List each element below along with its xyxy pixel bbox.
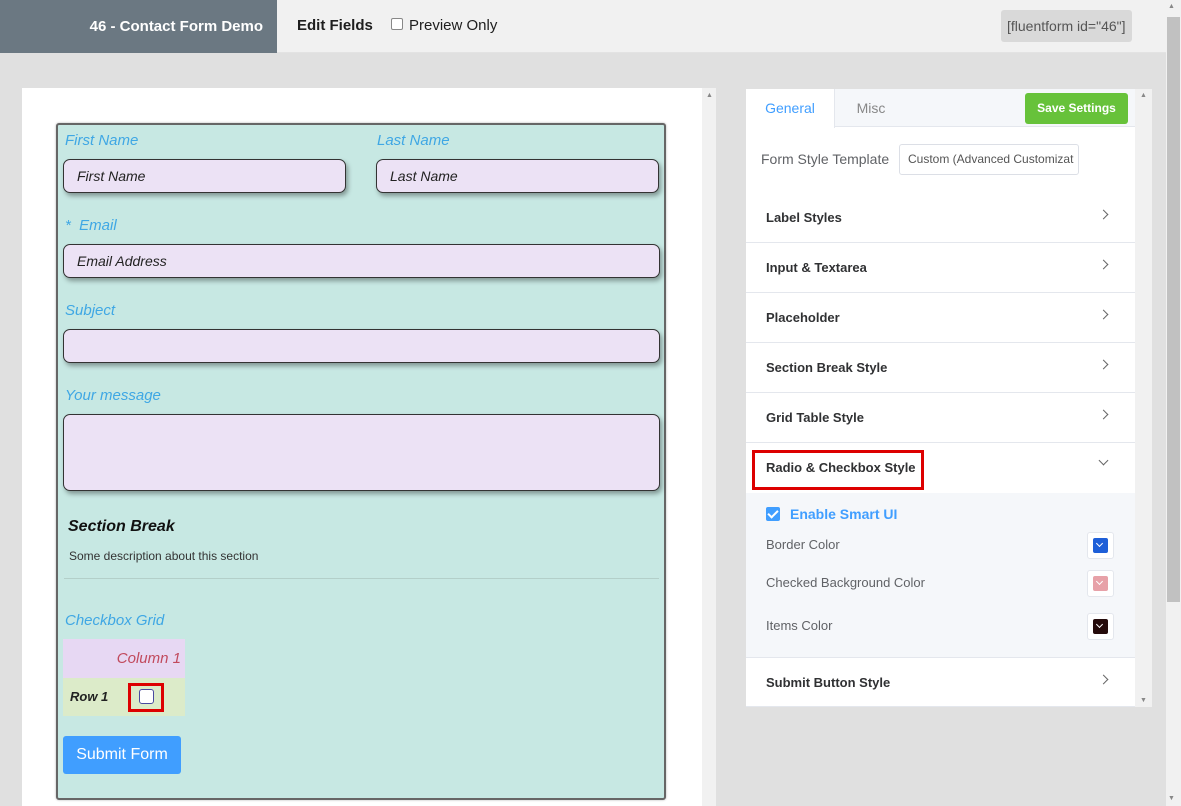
form-style-template-select[interactable]: Custom (Advanced Customizat: [899, 144, 1079, 175]
enable-smart-ui-label[interactable]: Enable Smart UI: [790, 506, 897, 522]
submit-form-button[interactable]: Submit Form: [63, 736, 181, 774]
preview-scroll-up-icon[interactable]: ▲: [706, 92, 713, 99]
form-title: 46 - Contact Form Demo: [0, 0, 277, 53]
items-color-picker[interactable]: [1087, 613, 1114, 640]
settings-scroll-down-icon[interactable]: ▼: [1140, 697, 1147, 704]
message-textarea[interactable]: [63, 414, 660, 491]
chevron-right-icon: [1098, 674, 1109, 685]
border-color-swatch: [1093, 538, 1108, 553]
items-color-swatch: [1093, 619, 1108, 634]
accordion-title: Label Styles: [766, 210, 842, 225]
section-divider: [64, 578, 659, 579]
first-name-input[interactable]: First Name: [63, 159, 346, 193]
chevron-right-icon: [1098, 309, 1109, 320]
grid-row-label: Row 1: [70, 689, 109, 704]
preview-only-label: Preview Only: [409, 17, 498, 34]
accordion-input-textarea[interactable]: Input & Textarea: [746, 243, 1135, 293]
preview-only-toggle[interactable]: Preview Only: [391, 17, 497, 34]
grid-column-label: Column 1: [116, 650, 181, 667]
top-bar: 46 - Contact Form Demo Edit Fields Previ…: [0, 0, 1166, 53]
checkbox-grid-label: Checkbox Grid: [65, 612, 165, 629]
last-name-input[interactable]: Last Name: [376, 159, 659, 193]
form-preview-scrollbar[interactable]: [702, 88, 716, 806]
subject-input[interactable]: [63, 329, 660, 363]
checked-bg-color-swatch: [1093, 576, 1108, 591]
grid-row: Row 1: [63, 678, 185, 716]
chevron-down-icon: [1095, 577, 1104, 586]
edit-fields-link[interactable]: Edit Fields: [297, 17, 373, 34]
border-color-label: Border Color: [766, 537, 840, 552]
accordion-title: Placeholder: [766, 310, 840, 325]
grid-header: Column 1: [63, 639, 185, 678]
tab-general[interactable]: General: [746, 89, 835, 128]
save-settings-button[interactable]: Save Settings: [1025, 93, 1128, 124]
scroll-up-icon[interactable]: ▲: [1168, 3, 1175, 10]
last-name-label: Last Name: [377, 132, 450, 149]
grid-checkbox[interactable]: [139, 689, 154, 704]
accordion-submit-button-style[interactable]: Submit Button Style: [746, 657, 1135, 707]
section-break-description: Some description about this section: [69, 549, 259, 563]
checked-bg-color-label: Checked Background Color: [766, 575, 925, 590]
accordion-title: Section Break Style: [766, 360, 888, 375]
accordion-title: Submit Button Style: [766, 675, 891, 690]
message-label: Your message: [65, 387, 161, 404]
chevron-right-icon: [1098, 209, 1109, 220]
chevron-right-icon: [1098, 359, 1109, 370]
shortcode-badge[interactable]: [fluentform id="46"]: [1001, 10, 1132, 42]
email-input[interactable]: Email Address: [63, 244, 660, 278]
chevron-right-icon: [1098, 409, 1109, 420]
subject-label: Subject: [65, 302, 116, 319]
accordion-title: Input & Textarea: [766, 260, 867, 275]
chevron-right-icon: [1098, 259, 1109, 270]
email-label: * Email: [65, 217, 117, 234]
chevron-down-icon: [1095, 620, 1104, 629]
section-break-title: Section Break: [68, 518, 175, 535]
settings-scroll-up-icon[interactable]: ▲: [1140, 92, 1147, 99]
preview-only-checkbox[interactable]: [391, 17, 403, 30]
accordion-grid-table-style[interactable]: Grid Table Style: [746, 393, 1135, 443]
checked-bg-color-picker[interactable]: [1087, 570, 1114, 597]
highlight-box-radio-checkbox: [752, 450, 924, 490]
settings-scrollbar[interactable]: [1135, 89, 1152, 707]
items-color-label: Items Color: [766, 618, 833, 633]
first-name-label: First Name: [65, 132, 139, 149]
chevron-down-icon: [1095, 539, 1104, 548]
accordion-title: Grid Table Style: [766, 410, 865, 425]
accordion-label-styles[interactable]: Label Styles: [746, 193, 1135, 243]
page-scrollbar-thumb[interactable]: [1167, 17, 1180, 602]
scroll-down-icon[interactable]: ▼: [1168, 795, 1175, 802]
chevron-down-icon: [1098, 455, 1109, 466]
form-style-template-label: Form Style Template: [761, 151, 890, 167]
border-color-picker[interactable]: [1087, 532, 1114, 559]
enable-smart-ui-checkbox[interactable]: [766, 507, 780, 521]
tab-misc[interactable]: Misc: [835, 89, 907, 127]
accordion-section-break-style[interactable]: Section Break Style: [746, 343, 1135, 393]
accordion-placeholder[interactable]: Placeholder: [746, 293, 1135, 343]
